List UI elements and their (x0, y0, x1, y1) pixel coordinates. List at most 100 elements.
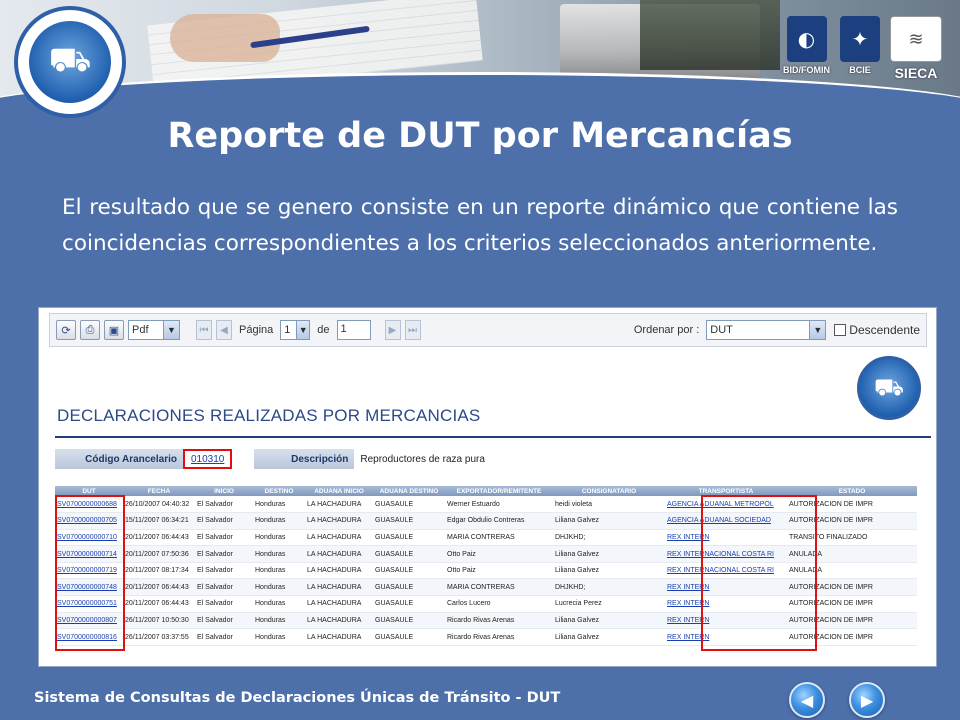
table-cell: GUASAULE (373, 512, 445, 530)
report-heading: DECLARACIONES REALIZADAS POR MERCANCIAS (57, 406, 481, 425)
column-header: CONSIGNATARIO (553, 486, 665, 496)
table-cell: Honduras (253, 595, 305, 613)
dut-link[interactable]: SV0700000000710 (55, 529, 123, 547)
table-cell: 20/11/2007 06:44:43 (123, 578, 195, 597)
table-cell: 26/11/2007 10:50:30 (123, 612, 195, 630)
carrier-link[interactable]: REX INTERNACIONAL COSTA RI (665, 545, 787, 563)
footer-title: Sistema de Consultas de Declaraciones Ún… (34, 690, 561, 706)
first-page-button[interactable]: ⏮ (196, 320, 212, 340)
table-row: SV0700000000807 26/11/2007 10:50:30 El Sal… (55, 612, 917, 630)
next-page-button[interactable]: ▶ (384, 320, 401, 340)
table-cell: LA HACHADURA (305, 578, 373, 597)
tariff-code-link[interactable]: 010310 (183, 449, 233, 469)
table-cell: Liliana Galvez (553, 512, 665, 530)
table-cell: AUTORIZACION DE IMPR (787, 595, 917, 613)
slide-title: Reporte de DUT por Mercancías (167, 116, 793, 156)
table-cell: Werner Estuardo (445, 496, 553, 514)
table-cell: MARIA CONTRERAS (445, 529, 553, 547)
export-format-select[interactable]: Pdf ▼ (128, 320, 180, 340)
partner-label: BCIE (849, 65, 871, 75)
banner-hand-image (170, 14, 280, 62)
column-header: ADUANA INICIO (305, 486, 373, 496)
order-by-label: Ordenar por : (633, 324, 700, 336)
carrier-link[interactable]: AGENCIA ADUANAL SOCIEDAD (665, 512, 787, 530)
table-row: SV0700000000688 26/10/2007 04:40:32 El Sal… (55, 496, 917, 514)
table-cell: El Salvador (195, 545, 253, 563)
descending-checkbox[interactable] (834, 324, 847, 336)
table-cell: ANULADA (787, 562, 917, 580)
partner-label: BID/FOMIN (783, 65, 830, 75)
table-cell: LA HACHADURA (305, 545, 373, 563)
table-cell: GUASAULE (373, 545, 445, 563)
dut-link[interactable]: SV0700000000719 (55, 562, 123, 580)
table-cell: 15/11/2007 06:34:21 (123, 512, 195, 530)
table-cell: AUTORIZACION DE IMPR (787, 578, 917, 597)
next-slide-button[interactable]: ▶ (849, 682, 885, 718)
dut-link[interactable]: SV0700000000714 (55, 545, 123, 563)
carrier-link[interactable]: REX INTERN (665, 595, 787, 613)
page-total-field[interactable]: 1 (336, 320, 371, 340)
table-cell: TRANSITO FINALIZADO (787, 529, 917, 547)
table-cell: El Salvador (195, 529, 253, 547)
partner-sieca: ≋ SIECA (890, 16, 942, 81)
table-cell: Liliana Galvez (553, 612, 665, 630)
table-cell: DHJKHD; (553, 529, 665, 547)
dut-link[interactable]: SV0700000000705 (55, 512, 123, 530)
table-cell: MARIA CONTRERAS (445, 578, 553, 597)
carrier-link[interactable]: REX INTERNACIONAL COSTA RI (665, 562, 787, 580)
table-cell: El Salvador (195, 595, 253, 613)
previous-page-icon: ◀ (220, 324, 228, 336)
sieca-icon: ≋ (890, 16, 942, 62)
page-select[interactable]: 1 ▼ (280, 320, 311, 340)
table-cell: AUTORIZACION DE IMPR (787, 512, 917, 530)
refresh-icon: ⟳ (61, 324, 71, 337)
last-page-button[interactable]: ⏭ (404, 320, 421, 340)
export-button[interactable]: ▣ (104, 320, 124, 340)
first-page-icon: ⏮ (199, 324, 209, 336)
globe-icon: ◐ (786, 16, 827, 62)
descending-option[interactable]: Descendente (834, 323, 920, 337)
table-cell: El Salvador (195, 628, 253, 646)
dut-link[interactable]: SV0700000000816 (55, 628, 123, 646)
table-cell: Honduras (253, 562, 305, 580)
previous-slide-button[interactable]: ◀ (789, 682, 825, 718)
table-cell: AUTORIZACION DE IMPR (787, 612, 917, 630)
order-by-select[interactable]: DUT ▼ (706, 320, 827, 340)
dut-link[interactable]: SV0700000000751 (55, 595, 123, 613)
table-cell: Honduras (253, 496, 305, 514)
column-header: ESTADO (787, 486, 917, 496)
previous-page-button[interactable]: ◀ (216, 320, 232, 340)
table-cell: Honduras (253, 545, 305, 563)
print-button[interactable]: ⎙ (80, 320, 100, 340)
report-logo: ⛟ (857, 356, 921, 420)
order-by-value: DUT (710, 324, 733, 336)
arrow-right-icon: ▶ (860, 690, 874, 710)
table-cell: ANULADA (787, 545, 917, 563)
table-row: SV0700000000751 20/11/2007 06:44:43 El Sal… (55, 595, 917, 613)
column-header: EXPORTADOR/REMITENTE (445, 486, 553, 496)
carrier-link[interactable]: AGENCIA ADUANAL METROPOL (665, 496, 787, 514)
table-cell: Edgar Obdulio Contreras (445, 512, 553, 530)
table-cell: DHJKHD; (553, 578, 665, 597)
report-criteria: Código Arancelario 010310 Descripción Re… (55, 448, 917, 470)
refresh-button[interactable]: ⟳ (56, 320, 76, 340)
arrow-left-icon: ◀ (800, 690, 814, 710)
table-cell: El Salvador (195, 496, 253, 514)
dut-link[interactable]: SV0700000000807 (55, 612, 123, 630)
table-cell: 20/11/2007 06:44:43 (123, 595, 195, 613)
program-logo: ⛟ (14, 6, 126, 118)
table-cell: LA HACHADURA (305, 512, 373, 530)
table-cell: GUASAULE (373, 612, 445, 630)
table-row: SV0700000000719 20/11/2007 08:17:34 El Sal… (55, 562, 917, 580)
dut-link[interactable]: SV0700000000748 (55, 578, 123, 597)
table-cell: Honduras (253, 529, 305, 547)
tariff-code-label: Código Arancelario (55, 449, 183, 469)
carrier-link[interactable]: REX INTERN (665, 529, 787, 547)
carrier-link[interactable]: REX INTERN (665, 578, 787, 597)
map-icon: ✦ (840, 16, 880, 62)
carrier-link[interactable]: REX INTERN (665, 628, 787, 646)
table-cell: Ricardo Rivas Arenas (445, 628, 553, 646)
carrier-link[interactable]: REX INTERN (665, 612, 787, 630)
dut-link[interactable]: SV0700000000688 (55, 496, 123, 514)
chevron-down-icon: ▼ (809, 321, 826, 339)
